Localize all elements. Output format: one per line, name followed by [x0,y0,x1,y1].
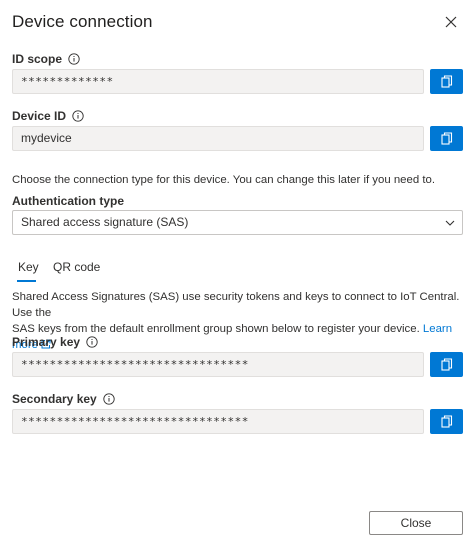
copy-primary-key-button[interactable] [430,352,463,377]
copy-icon [440,415,452,428]
copy-secondary-key-button[interactable] [430,409,463,434]
primary-key-label: Primary key [12,335,98,349]
auth-type-label: Authentication type [12,194,125,208]
secondary-key-field[interactable]: ******************************** [12,409,424,434]
copy-icon [440,75,452,88]
info-icon[interactable] [103,393,115,405]
close-button[interactable]: Close [369,511,463,535]
primary-key-field[interactable]: ******************************** [12,352,424,377]
secondary-key-label: Secondary key [12,392,115,406]
info-icon[interactable] [86,336,98,348]
close-icon[interactable] [443,14,459,30]
chevron-down-icon [445,220,455,226]
info-icon[interactable] [72,110,84,122]
copy-icon [440,358,452,371]
device-id-field[interactable]: mydevice [12,126,424,151]
auth-type-selected: Shared access signature (SAS) [21,215,189,229]
copy-id-scope-button[interactable] [430,69,463,94]
copy-device-id-button[interactable] [430,126,463,151]
dialog-title: Device connection [12,12,153,31]
active-tab-indicator [17,280,36,282]
connection-help-text: Choose the connection type for this devi… [12,174,435,186]
copy-icon [440,132,452,145]
id-scope-label: ID scope [12,52,80,66]
tab-key[interactable]: Key [18,260,39,274]
tab-qr-code[interactable]: QR code [53,260,100,274]
id-scope-field[interactable]: ************* [12,69,424,94]
device-id-label: Device ID [12,109,84,123]
auth-type-dropdown[interactable]: Shared access signature (SAS) [12,210,463,235]
info-icon[interactable] [68,53,80,65]
